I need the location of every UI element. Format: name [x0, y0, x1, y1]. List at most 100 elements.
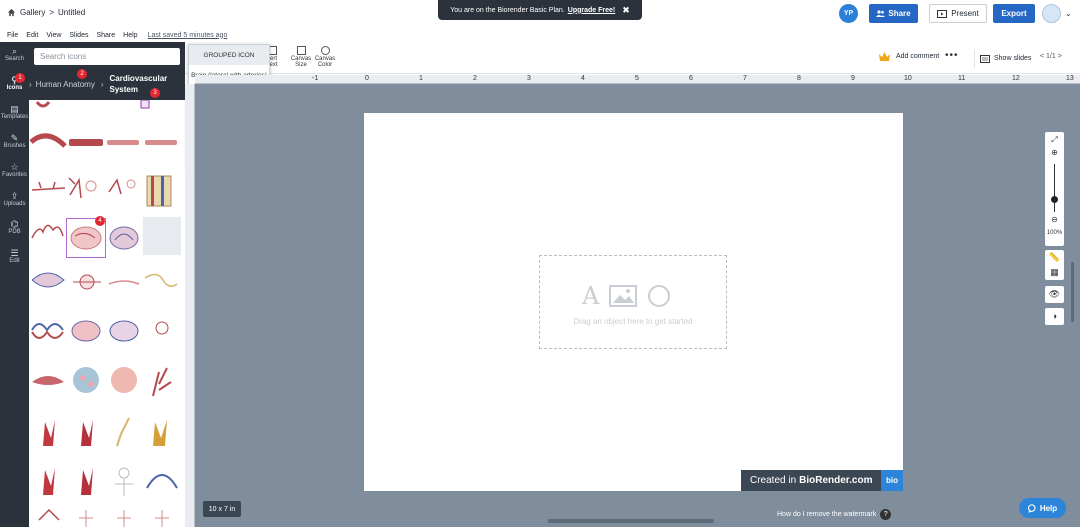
- canvas-toolbar: sert Text Canvas Size Canvas Color Add c…: [185, 42, 1080, 74]
- rail-brushes[interactable]: ✎ Brushes: [0, 133, 29, 149]
- share-button[interactable]: Share: [869, 4, 918, 23]
- rail-templates[interactable]: ▤ Templates: [0, 104, 29, 120]
- upgrade-link[interactable]: Upgrade Free!: [568, 7, 615, 14]
- chevron-down-icon[interactable]: ⌄: [1065, 9, 1072, 18]
- rail-label: Favorites: [2, 172, 27, 178]
- menu-view[interactable]: View: [46, 32, 61, 39]
- search-input[interactable]: Search icons: [34, 48, 180, 65]
- add-comment-label: Add comment: [896, 53, 940, 60]
- menu-share[interactable]: Share: [96, 32, 115, 39]
- rail-label: PDB: [8, 229, 21, 235]
- ruler-label: 0: [365, 75, 369, 82]
- horizontal-ruler: -1 0 1 2 3 4 5 6 7 8 9 10 11 12 13: [195, 75, 1080, 84]
- watermark-prefix: Created in: [750, 475, 797, 486]
- close-icon[interactable]: ✖: [622, 5, 630, 16]
- avatar[interactable]: YP: [839, 4, 858, 23]
- zoom-slider-handle[interactable]: [1051, 196, 1058, 203]
- star-icon: ☆: [10, 162, 19, 172]
- step-badge: 1: [15, 73, 25, 83]
- ruler-label: 4: [581, 75, 585, 82]
- add-comment-button[interactable]: Add comment: [879, 52, 939, 61]
- home-icon[interactable]: [7, 8, 16, 17]
- grid-icon[interactable]: ▦: [1045, 265, 1064, 280]
- step-badge: 4: [95, 216, 105, 226]
- watermark-brand: BioRender.com: [799, 475, 873, 486]
- canvas-size-tool[interactable]: Canvas Size: [290, 46, 312, 68]
- present-button[interactable]: Present: [929, 4, 987, 23]
- ruler-label: 13: [1066, 75, 1074, 82]
- zoom-in-icon[interactable]: ⊕: [1045, 148, 1064, 157]
- templates-icon: ▤: [10, 104, 19, 114]
- present-label: Present: [951, 9, 979, 18]
- share-label: Share: [888, 9, 911, 18]
- menu-file[interactable]: File: [7, 32, 18, 39]
- zoom-controls: ⤢ ⊕ ⊖ 100%: [1045, 132, 1064, 246]
- ruler-label: 12: [1012, 75, 1020, 82]
- ruler-label: 2: [473, 75, 477, 82]
- chevron-right-icon: ›: [100, 79, 104, 89]
- path-human-anatomy[interactable]: Human Anatomy: [36, 80, 95, 89]
- menu-help[interactable]: Help: [123, 32, 137, 39]
- menu-slides[interactable]: Slides: [69, 32, 88, 39]
- breadcrumb-current[interactable]: Untitled: [58, 8, 85, 17]
- plan-banner-text: You are on the Biorender Basic Plan.: [450, 6, 565, 14]
- drop-zone[interactable]: A Drag an object here to get started: [539, 255, 727, 349]
- canvas-size-chip[interactable]: 10 x 7 in: [203, 501, 241, 517]
- rail-uploads[interactable]: ⇪ Uploads: [0, 191, 29, 207]
- left-rail: ⌕ Search ⚲ Icons ▤ Templates ✎ Brushes ☆…: [0, 42, 29, 527]
- image-icon: [609, 285, 638, 307]
- contrast-icon[interactable]: ◑: [1045, 308, 1064, 325]
- drop-icons: A: [582, 282, 671, 310]
- ruler-label: 3: [527, 75, 531, 82]
- shape-icon: [648, 285, 671, 307]
- remove-watermark-link[interactable]: How do I remove the watermark ?: [777, 509, 892, 520]
- vertical-scrollbar[interactable]: [1071, 262, 1074, 322]
- rail-favorites[interactable]: ☆ Favorites: [0, 162, 29, 178]
- help-button[interactable]: Help: [1019, 498, 1066, 518]
- top-bar: Gallery > Untitled You are on the Bioren…: [0, 0, 1080, 28]
- rail-label: Uploads: [3, 201, 26, 207]
- breadcrumb: Gallery > Untitled: [7, 8, 85, 17]
- rail-pdb[interactable]: ⌬ PDB: [0, 219, 29, 235]
- horizontal-scrollbar[interactable]: [548, 519, 714, 523]
- rail-label: Templates: [0, 114, 29, 120]
- zoom-out-icon[interactable]: ⊖: [1045, 215, 1064, 224]
- ruler-label: 11: [958, 75, 966, 82]
- show-slides-button[interactable]: Show slides: [974, 49, 1036, 68]
- menu-edit[interactable]: Edit: [26, 32, 38, 39]
- path-cardiovascular[interactable]: Cardiovascular System: [109, 73, 169, 95]
- rail-label: Edit: [9, 258, 20, 264]
- icons-panel: Search icons 1 › Human Anatomy 2 › Cardi…: [15, 42, 185, 527]
- step-badge: 3: [150, 88, 160, 98]
- question-icon: ?: [880, 509, 892, 520]
- icons-panel-header: Search icons 1 › Human Anatomy 2 › Cardi…: [15, 42, 185, 100]
- eye-icon[interactable]: 👁: [1045, 286, 1064, 303]
- ruler-icon[interactable]: 📏: [1045, 250, 1064, 265]
- canvas-color-tool[interactable]: Canvas Color: [313, 46, 337, 68]
- zoom-slider-track[interactable]: [1054, 164, 1055, 212]
- resize-icon: [296, 46, 306, 55]
- fit-screen-icon[interactable]: ⤢: [1045, 135, 1064, 145]
- ruler-label: 6: [689, 75, 693, 82]
- breadcrumb-separator: >: [49, 8, 55, 17]
- watermark: Created in BioRender.com bio: [741, 470, 903, 491]
- rail-search[interactable]: ⌕ Search: [0, 46, 29, 62]
- breadcrumb-gallery[interactable]: Gallery: [20, 8, 45, 17]
- icon-grid: 4: [29, 100, 185, 527]
- crown-icon: [879, 52, 890, 61]
- canvas-color-label: Canvas Color: [314, 56, 336, 68]
- people-icon: [876, 10, 886, 17]
- export-button[interactable]: Export: [993, 4, 1035, 23]
- profile-icon[interactable]: [1042, 4, 1061, 23]
- drop-hint: Drag an object here to get started: [573, 317, 693, 326]
- rail-edit[interactable]: ☰ Edit: [0, 248, 29, 264]
- icon-tile[interactable]: [143, 217, 181, 255]
- rail-label: Search: [4, 56, 24, 62]
- remove-watermark-label: How do I remove the watermark: [777, 511, 877, 518]
- save-status[interactable]: Last saved 5 minutes ago: [148, 32, 228, 39]
- more-options-icon[interactable]: •••: [945, 50, 959, 61]
- slide-navigator[interactable]: < 1/1 >: [1040, 53, 1062, 60]
- zoom-level: 100%: [1046, 230, 1063, 236]
- ruler-label: 9: [851, 75, 855, 82]
- icon-thumbnails: [29, 100, 178, 527]
